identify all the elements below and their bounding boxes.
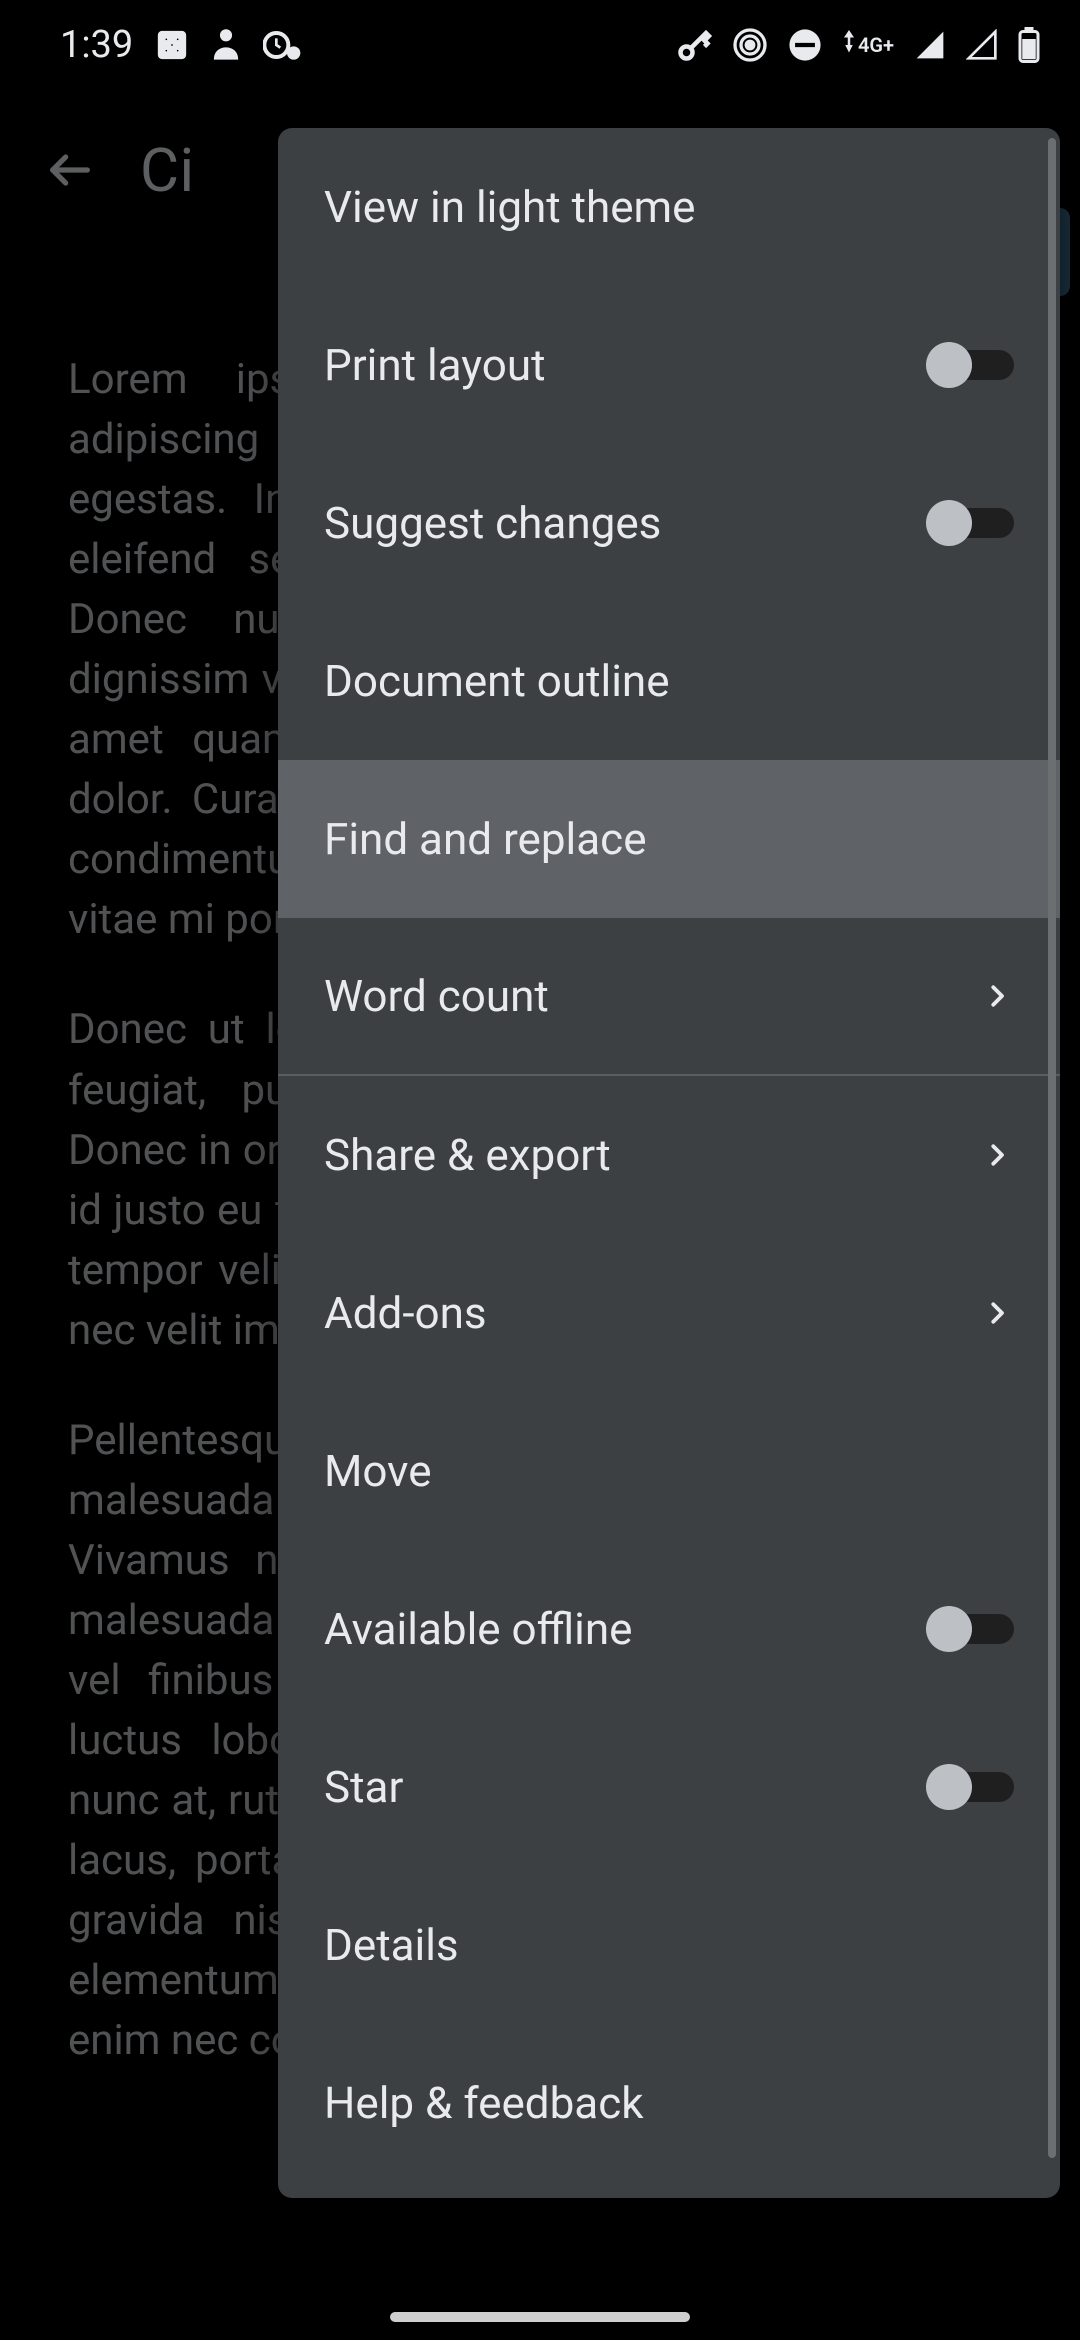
status-bar: 1:39 <box>0 0 1080 90</box>
menu-item-label: Find and replace <box>324 813 647 865</box>
menu-scrollbar[interactable] <box>1048 138 1056 2158</box>
key-icon <box>676 27 712 63</box>
menu-add-ons[interactable]: Add-ons <box>278 1234 1060 1392</box>
menu-item-label: Share & export <box>324 1129 611 1181</box>
chevron-right-icon <box>980 1138 1014 1172</box>
data-4g-icon: 4G+ <box>842 30 894 60</box>
status-right: 4G+ <box>676 27 1040 63</box>
chevron-right-icon <box>980 1296 1014 1330</box>
status-time: 1:39 <box>60 23 133 67</box>
menu-item-label: Star <box>324 1761 403 1813</box>
menu-find-replace[interactable]: Find and replace <box>278 760 1060 918</box>
menu-item-label: Help & feedback <box>324 2077 644 2129</box>
menu-item-label: Suggest changes <box>324 497 661 549</box>
menu-item-label: Print layout <box>324 339 546 391</box>
clock-dot-icon <box>263 28 303 62</box>
menu-view-light-theme[interactable]: View in light theme <box>278 128 1060 286</box>
menu-word-count[interactable]: Word count <box>278 918 1060 1076</box>
menu-move[interactable]: Move <box>278 1392 1060 1550</box>
dice-icon <box>155 28 189 62</box>
toggle-suggest-changes[interactable] <box>926 501 1014 545</box>
menu-details[interactable]: Details <box>278 1866 1060 2024</box>
menu-item-label: Available offline <box>324 1603 633 1655</box>
status-left: 1:39 <box>60 23 303 67</box>
chevron-right-icon <box>980 979 1014 1013</box>
menu-item-label: Add-ons <box>324 1287 487 1339</box>
toggle-available-offline[interactable] <box>926 1607 1014 1651</box>
menu-available-offline[interactable]: Available offline <box>278 1550 1060 1708</box>
menu-help-feedback[interactable]: Help & feedback <box>278 2024 1060 2182</box>
menu-suggest-changes[interactable]: Suggest changes <box>278 444 1060 602</box>
person-icon <box>211 28 241 62</box>
hotspot-icon <box>732 27 768 63</box>
menu-item-label: Document outline <box>324 655 670 707</box>
nav-home-indicator[interactable] <box>390 2312 690 2322</box>
menu-item-label: View in light theme <box>324 181 695 233</box>
toggle-star[interactable] <box>926 1765 1014 1809</box>
menu-item-label: Move <box>324 1445 432 1497</box>
toggle-print-layout[interactable] <box>926 343 1014 387</box>
menu-star[interactable]: Star <box>278 1708 1060 1866</box>
menu-item-label: Details <box>324 1919 459 1971</box>
signal-full-icon <box>914 29 946 61</box>
menu-print-layout[interactable]: Print layout <box>278 286 1060 444</box>
menu-share-export[interactable]: Share & export <box>278 1076 1060 1234</box>
do-not-disturb-icon <box>788 28 822 62</box>
battery-icon <box>1018 27 1040 63</box>
signal-outline-icon <box>966 29 998 61</box>
overflow-menu: View in light theme Print layout Suggest… <box>278 128 1060 2198</box>
menu-item-label: Word count <box>324 970 549 1022</box>
menu-document-outline[interactable]: Document outline <box>278 602 1060 760</box>
